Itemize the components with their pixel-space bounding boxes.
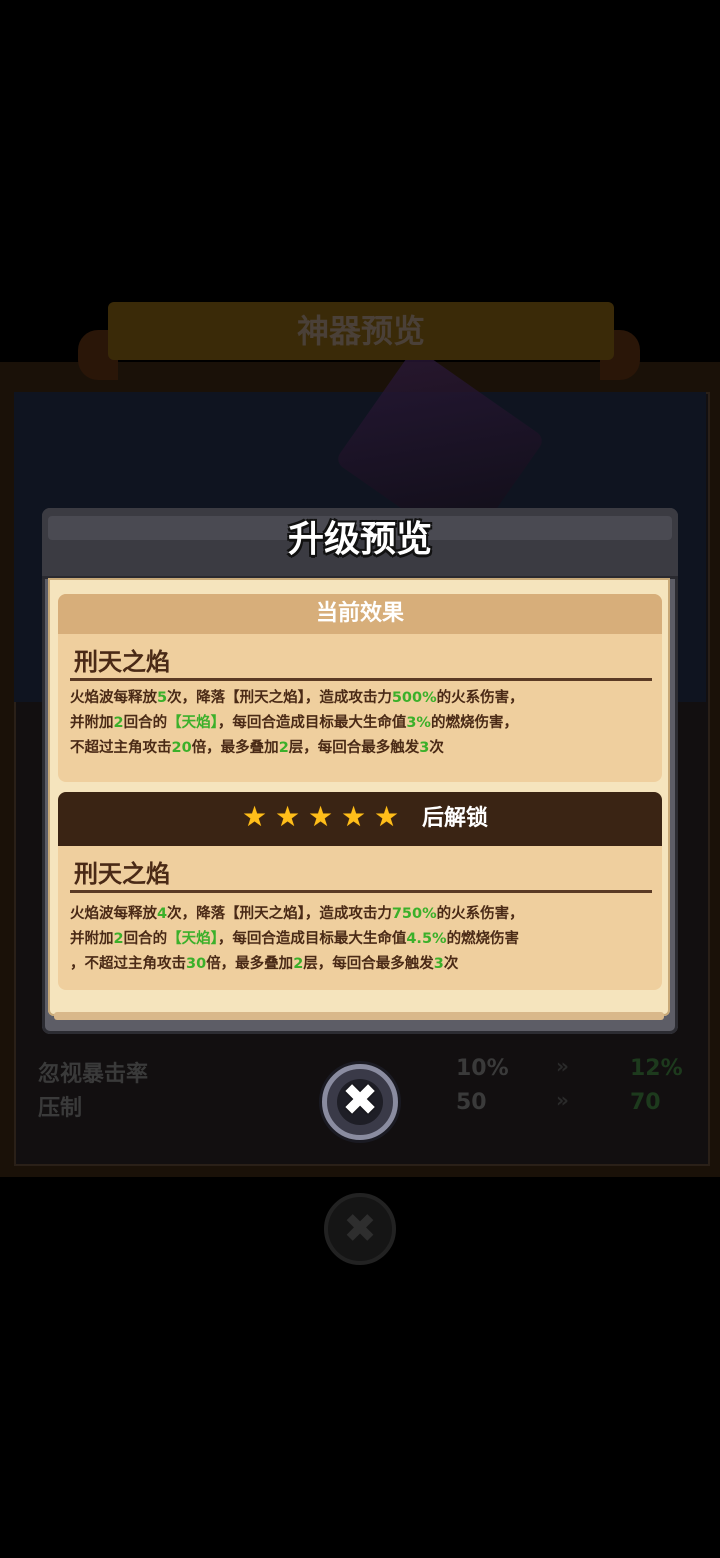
star-icon: ★ (275, 800, 301, 833)
current-effect-header: 当前效果 (58, 594, 662, 634)
star-icon: ★ (374, 800, 400, 833)
paper-bottom-edge (54, 1012, 664, 1020)
stat-label-suppress: 压制 (38, 1096, 83, 1121)
arrow-icon: » (556, 1054, 569, 1078)
star-icon: ★ (341, 800, 367, 833)
next-desc-line-2: 并附加2回合的【天焰】，每回合造成目标最大生命值4.5%的燃烧伤害 (70, 931, 520, 947)
background-close-button: ✖ (324, 1193, 396, 1265)
next-desc-line-3: ，不超过主角攻击30倍，最多叠加2层，每回合最多触发3次 (70, 956, 459, 972)
artifact-banner-title: 神器预览 (296, 312, 425, 350)
stat-label-crit-ignore: 忽视暴击率 (38, 1062, 149, 1087)
star-rating: ★ ★ ★ ★ ★ (242, 800, 400, 834)
current-desc-line-3: 不超过主角攻击20倍，最多叠加2层，每回合最多触发3次 (70, 740, 444, 756)
next-skill-name: 刑天之焰 (74, 860, 170, 888)
current-skill-name: 刑天之焰 (74, 648, 170, 676)
divider (70, 678, 652, 681)
close-icon: ✖ (341, 1075, 379, 1126)
unlock-header: ★ ★ ★ ★ ★ 后解锁 (58, 792, 662, 846)
star-icon: ★ (242, 800, 268, 833)
close-button[interactable]: ✖ (322, 1064, 398, 1140)
arrow-icon: » (556, 1088, 569, 1112)
current-effect-card: 当前效果 刑天之焰 火焰波每释放5次，降落【刑天之焰】，造成攻击力500%的火系… (58, 594, 662, 782)
star-icon: ★ (308, 800, 334, 833)
next-effect-card: ★ ★ ★ ★ ★ 后解锁 刑天之焰 火焰波每释放4次，降落【刑天之焰】，造成攻… (58, 792, 662, 990)
next-desc-line-1: 火焰波每释放4次，降落【刑天之焰】，造成攻击力750%的火系伤害， (70, 906, 524, 922)
unlock-label: 后解锁 (422, 806, 489, 831)
divider (70, 890, 652, 893)
stat-from-crit-ignore: 10% (456, 1056, 509, 1081)
current-desc-line-2: 并附加2回合的【天焰】，每回合造成目标最大生命值3%的燃烧伤害， (70, 715, 518, 731)
modal-title: 升级预览 (287, 519, 432, 560)
current-desc-line-1: 火焰波每释放5次，降落【刑天之焰】，造成攻击力500%的火系伤害， (70, 690, 524, 706)
stat-to-suppress: 70 (630, 1090, 661, 1115)
stat-from-suppress: 50 (456, 1090, 487, 1115)
stat-to-crit-ignore: 12% (630, 1056, 683, 1081)
